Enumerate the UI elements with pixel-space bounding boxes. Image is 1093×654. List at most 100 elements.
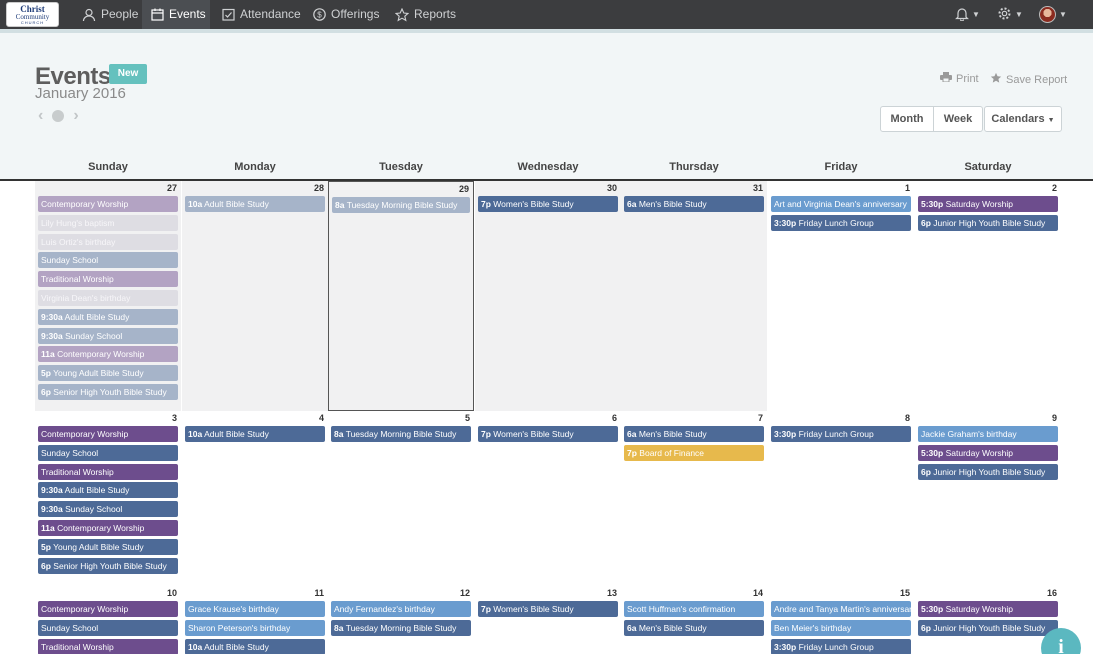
- day-header-friday: Friday: [824, 161, 858, 173]
- calendar-event[interactable]: 8a Tuesday Morning Bible Study: [331, 619, 471, 636]
- event-time: 6p: [921, 622, 931, 633]
- calendar-event[interactable]: 6a Men's Bible Study: [624, 196, 764, 212]
- previous-month-arrow-icon[interactable]: ‹: [38, 108, 43, 124]
- calendar-event[interactable]: 10a Adult Bible Study: [185, 638, 325, 654]
- calendar-day-cell[interactable]: 27 Contemporary Worship Lily Hung's baptis…: [35, 181, 181, 411]
- calendar-event[interactable]: 7p Women's Bible Study: [478, 601, 618, 617]
- event-title: Lily Hung's baptism: [41, 217, 115, 228]
- calendar-event[interactable]: 9:30a Sunday School: [38, 501, 178, 518]
- calendar-event[interactable]: 10a Adult Bible Study: [185, 426, 325, 442]
- calendar-event[interactable]: Traditional Worship: [38, 271, 178, 288]
- calendar-event[interactable]: 6a Men's Bible Study: [624, 619, 764, 636]
- month-view-button[interactable]: Month: [880, 106, 934, 132]
- calendar-event[interactable]: Sunday School: [38, 252, 178, 269]
- calendar-day-cell[interactable]: 11 Grace Krause's birthday Sharon Peterson…: [182, 586, 328, 654]
- calendar-event[interactable]: Virginia Dean's birthday: [38, 290, 178, 306]
- calendar-event[interactable]: 6p Junior High Youth Bible Study: [918, 214, 1058, 231]
- calendar-event[interactable]: 6p Junior High Youth Bible Study: [918, 619, 1058, 636]
- calendar-event[interactable]: 6p Senior High Youth Bible Study: [38, 384, 178, 400]
- next-month-arrow-icon[interactable]: ›: [73, 108, 78, 124]
- calendar-event[interactable]: 5p Young Adult Bible Study: [38, 365, 178, 382]
- nav-people[interactable]: People: [82, 0, 138, 29]
- calendar-event[interactable]: 5:30p Saturday Worship: [918, 601, 1058, 617]
- calendar-day-cell[interactable]: 7 6a Men's Bible Study 7p Board of Finance: [621, 411, 767, 586]
- calendar-day-cell[interactable]: 12 Andy Fernandez's birthday 8a Tuesday Mo…: [328, 586, 474, 654]
- calendar-event[interactable]: Andre and Tanya Martin's anniversary: [771, 601, 911, 617]
- print-button[interactable]: Print: [940, 72, 979, 85]
- calendar-event[interactable]: Traditional Worship: [38, 463, 178, 480]
- new-event-button[interactable]: New: [109, 64, 147, 84]
- event-title: Tuesday Morning Bible Study: [345, 622, 457, 633]
- day-number: 13: [606, 588, 617, 598]
- save-report-button[interactable]: Save Report: [990, 72, 1067, 87]
- calendar-event[interactable]: 5:30p Saturday Worship: [918, 444, 1058, 461]
- calendar-event[interactable]: 6p Senior High Youth Bible Study: [38, 557, 178, 574]
- calendar-day-cell[interactable]: 5 8a Tuesday Morning Bible Study: [328, 411, 474, 586]
- calendar-event[interactable]: 6a Men's Bible Study: [624, 426, 764, 442]
- settings-menu[interactable]: ▼: [997, 0, 1023, 29]
- calendar-event[interactable]: 8a Tuesday Morning Bible Study: [332, 197, 470, 213]
- calendar-day-cell[interactable]: 16 5:30p Saturday Worship 6p Junior High Y…: [915, 586, 1061, 654]
- calendar-day-cell[interactable]: 31 6a Men's Bible Study: [621, 181, 767, 411]
- calendar-event[interactable]: 3:30p Friday Lunch Group: [771, 214, 911, 231]
- calendar-event[interactable]: Andy Fernandez's birthday: [331, 601, 471, 617]
- calendar-event[interactable]: 10a Adult Bible Study: [185, 196, 325, 212]
- calendar-day-cell[interactable]: 4 10a Adult Bible Study: [182, 411, 328, 586]
- calendar-day-cell[interactable]: 28 10a Adult Bible Study: [182, 181, 328, 411]
- calendar-event[interactable]: 7p Women's Bible Study: [478, 196, 618, 212]
- calendar-day-cell[interactable]: 1 Art and Virginia Dean's anniversary 3:30…: [768, 181, 914, 411]
- calendar-event[interactable]: Art and Virginia Dean's anniversary: [771, 196, 911, 212]
- calendar-event[interactable]: Traditional Worship: [38, 638, 178, 654]
- calendar-day-cell[interactable]: 2 5:30p Saturday Worship 6p Junior High Yo…: [915, 181, 1061, 411]
- event-title: Adult Bible Study: [64, 485, 130, 496]
- user-menu[interactable]: ▼: [1039, 0, 1067, 29]
- calendar-event[interactable]: 7p Women's Bible Study: [478, 426, 618, 442]
- calendar-event[interactable]: Grace Krause's birthday: [185, 601, 325, 617]
- calendar-event[interactable]: Contemporary Worship: [38, 426, 178, 442]
- calendar-event[interactable]: Sharon Peterson's birthday: [185, 619, 325, 636]
- calendar-event[interactable]: 8a Tuesday Morning Bible Study: [331, 426, 471, 442]
- calendar-event[interactable]: Sunday School: [38, 444, 178, 461]
- calendar-event[interactable]: Jackie Graham's birthday: [918, 426, 1058, 442]
- calendars-dropdown[interactable]: Calendars ▼: [984, 106, 1062, 132]
- calendar-event[interactable]: Ben Meier's birthday: [771, 619, 911, 636]
- calendar-event[interactable]: 5p Young Adult Bible Study: [38, 538, 178, 555]
- day-number: 2: [1051, 183, 1057, 193]
- calendar-event[interactable]: 9:30a Sunday School: [38, 327, 178, 344]
- notifications-menu[interactable]: ▼: [955, 0, 980, 29]
- calendar-event[interactable]: Contemporary Worship: [38, 196, 178, 212]
- nav-attendance[interactable]: Attendance: [222, 0, 301, 29]
- calendar-event[interactable]: 5:30p Saturday Worship: [918, 196, 1058, 212]
- calendar-event[interactable]: Sunday School: [38, 619, 178, 636]
- nav-reports[interactable]: Reports: [395, 0, 456, 29]
- day-number: 8: [904, 413, 910, 423]
- calendar-event[interactable]: 11a Contemporary Worship: [38, 520, 178, 536]
- nav-offerings[interactable]: $ Offerings: [313, 0, 379, 29]
- calendar-day-cell[interactable]: 3 Contemporary Worship Sunday School Tradit…: [35, 411, 181, 586]
- calendar-event[interactable]: 3:30p Friday Lunch Group: [771, 426, 911, 442]
- church-logo[interactable]: Christ Community CHURCH: [6, 2, 59, 27]
- calendar-event[interactable]: 3:30p Friday Lunch Group: [771, 638, 911, 654]
- calendar-day-cell[interactable]: 30 7p Women's Bible Study: [475, 181, 621, 411]
- calendar-day-cell[interactable]: 15 Andre and Tanya Martin's anniversary Be…: [768, 586, 914, 654]
- today-dot-button[interactable]: [52, 110, 65, 122]
- calendar-day-cell[interactable]: 9 Jackie Graham's birthday 5:30p Saturday …: [915, 411, 1061, 586]
- calendar-day-cell[interactable]: 8 3:30p Friday Lunch Group: [768, 411, 914, 586]
- calendar-day-cell[interactable]: 6 7p Women's Bible Study: [475, 411, 621, 586]
- calendar-day-cell[interactable]: 13 7p Women's Bible Study: [475, 586, 621, 654]
- calendar-event[interactable]: Contemporary Worship: [38, 601, 178, 617]
- week-view-button[interactable]: Week: [934, 106, 983, 132]
- calendar-event[interactable]: Luis Ortiz's birthday: [38, 233, 178, 250]
- nav-events[interactable]: Events: [151, 0, 206, 29]
- calendar-event[interactable]: 7p Board of Finance: [624, 444, 764, 461]
- calendar-event[interactable]: 9:30a Adult Bible Study: [38, 308, 178, 325]
- calendar-day-cell[interactable]: 10 Contemporary Worship Sunday School Tradi…: [35, 586, 181, 654]
- calendar-event[interactable]: 11a Contemporary Worship: [38, 346, 178, 363]
- calendar-event[interactable]: Lily Hung's baptism: [38, 214, 178, 231]
- calendar-day-cell[interactable]: 29 8a Tuesday Morning Bible Study: [328, 181, 474, 411]
- calendar-event[interactable]: Scott Huffman's confirmation: [624, 601, 764, 617]
- calendar-event[interactable]: 9:30a Adult Bible Study: [38, 482, 178, 499]
- month-pager: ‹ ›: [38, 108, 79, 124]
- calendar-event[interactable]: 6p Junior High Youth Bible Study: [918, 463, 1058, 480]
- calendar-day-cell[interactable]: 14 Scott Huffman's confirmation 6a Men's B…: [621, 586, 767, 654]
